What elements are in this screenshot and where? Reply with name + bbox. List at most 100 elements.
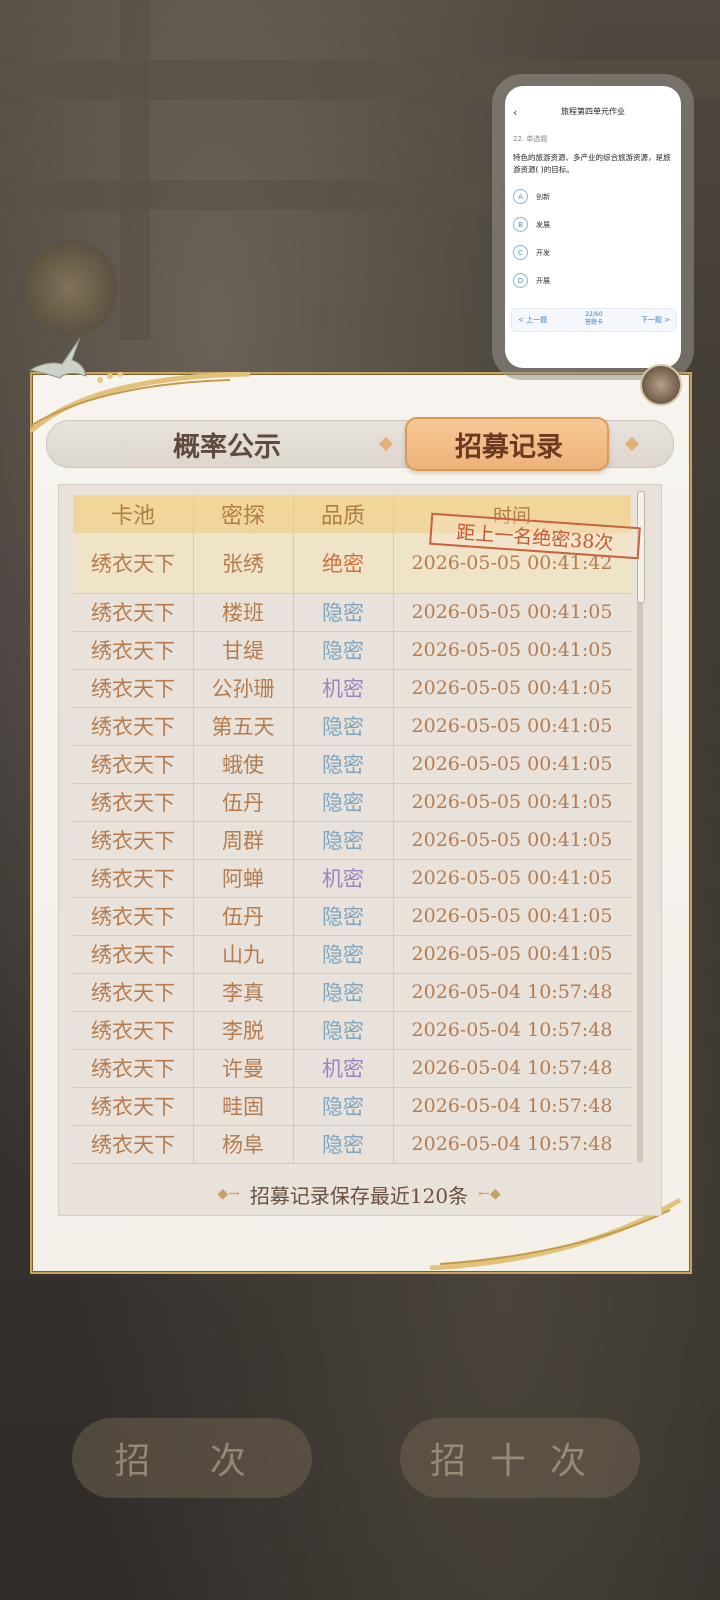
next-question-button[interactable]: 下一题 >: [641, 315, 670, 325]
column-divider: [393, 935, 394, 973]
column-divider: [393, 1011, 394, 1049]
cell-time: 2026-05-04 10:57:48: [411, 1019, 613, 1041]
cell-agent: 公孙珊: [211, 677, 275, 701]
table-row: 绣衣天下 公孙珊 机密 2026-05-05 00:41:05: [73, 669, 631, 708]
question-number: 22. 单选题: [513, 135, 548, 143]
cell-agent: 杨阜: [222, 1133, 264, 1157]
cell-time: 2026-05-05 00:41:05: [411, 905, 613, 927]
column-divider: [293, 1049, 294, 1087]
cell-quality: 隐密: [322, 601, 364, 625]
option-letter: B: [513, 217, 528, 232]
column-divider: [393, 973, 394, 1011]
column-divider: [193, 669, 194, 707]
background-lantern: [22, 240, 118, 336]
cell-pool: 绣衣天下: [91, 753, 175, 777]
option-text: 开展: [536, 276, 550, 285]
column-divider: [293, 593, 294, 631]
column-divider: [193, 593, 194, 631]
column-divider: [193, 897, 194, 935]
cell-pool: 绣衣天下: [91, 1133, 175, 1157]
option-text: 发展: [536, 220, 550, 229]
cell-time: 2026-05-04 10:57:48: [411, 1133, 613, 1155]
ornament-icon: ◆→: [217, 1186, 240, 1202]
cell-pool: 绣衣天下: [91, 867, 175, 891]
column-divider: [293, 783, 294, 821]
cell-quality: 隐密: [322, 1019, 364, 1043]
table-row: 绣衣天下 李真 隐密 2026-05-04 10:57:48: [73, 973, 631, 1012]
cell-time: 2026-05-05 00:41:05: [411, 753, 613, 775]
answer-option[interactable]: D 开展: [513, 273, 550, 288]
table-row: 绣衣天下 畦固 隐密 2026-05-04 10:57:48: [73, 1087, 631, 1126]
cell-quality: 隐密: [322, 829, 364, 853]
cell-agent: 阿蝉: [222, 867, 264, 891]
column-divider: [193, 1087, 194, 1125]
footer-note: ◆→ 招募记录保存最近120条 ←◆: [58, 1176, 660, 1212]
column-divider: [393, 1049, 394, 1087]
cell-time: 2026-05-05 00:41:05: [411, 867, 613, 889]
column-divider: [193, 973, 194, 1011]
cell-agent: 山九: [222, 943, 264, 967]
cell-quality: 隐密: [322, 1095, 364, 1119]
column-divider: [393, 745, 394, 783]
recruit-once-button[interactable]: 招 次: [72, 1418, 312, 1498]
cell-quality: 机密: [322, 1057, 364, 1081]
cell-quality: 隐密: [322, 753, 364, 777]
cell-quality: 隐密: [322, 981, 364, 1005]
table-row: 绣衣天下 伍丹 隐密 2026-05-05 00:41:05: [73, 897, 631, 936]
column-divider: [193, 707, 194, 745]
answer-option[interactable]: A 创新: [513, 189, 550, 204]
column-divider: [193, 1011, 194, 1049]
column-divider: [293, 935, 294, 973]
cell-quality: 隐密: [322, 1133, 364, 1157]
diamond-icon: [378, 436, 394, 452]
cell-agent: 畦固: [222, 1095, 264, 1119]
cell-agent: 许曼: [222, 1057, 264, 1081]
header-quality: 品质: [320, 504, 365, 529]
column-divider: [393, 495, 394, 533]
column-divider: [393, 631, 394, 669]
tab-records[interactable]: 招募记录: [375, 417, 643, 471]
cell-quality: 隐密: [322, 715, 364, 739]
floating-window-handle[interactable]: [640, 364, 682, 406]
column-divider: [393, 783, 394, 821]
table-row: 绣衣天下 周群 隐密 2026-05-05 00:41:05: [73, 821, 631, 860]
table-row: 绣衣天下 李脱 隐密 2026-05-04 10:57:48: [73, 1011, 631, 1050]
tab-probability[interactable]: 概率公示: [107, 421, 347, 467]
column-divider: [193, 1125, 194, 1163]
cell-quality: 机密: [322, 677, 364, 701]
cell-quality: 隐密: [322, 791, 364, 815]
column-divider: [293, 631, 294, 669]
record-table[interactable]: 卡池 密探 品质 时间 绣衣天下 张绣 绝密 2026-05-05 00:41:42 绣…: [58, 484, 662, 1216]
floating-window[interactable]: ‹ 旅程第四单元作业 22. 单选题 特色的旅游资源、多产业的综合旅游资源，是旅…: [505, 86, 681, 368]
table-row: 绣衣天下 许曼 机密 2026-05-04 10:57:48: [73, 1049, 631, 1088]
option-text: 开发: [536, 248, 550, 257]
column-divider: [293, 973, 294, 1011]
recruit-ten-button[interactable]: 招十次: [400, 1418, 640, 1498]
column-divider: [293, 897, 294, 935]
question-text: 特色的旅游资源、多产业的综合旅游资源，是旅游资源( )的目标。: [513, 153, 671, 174]
table-scrollbar[interactable]: [637, 491, 645, 1163]
column-divider: [293, 1125, 294, 1163]
column-divider: [293, 1011, 294, 1049]
column-divider: [393, 859, 394, 897]
tab-probability-label: 概率公示: [173, 431, 281, 463]
cell-pool: 绣衣天下: [91, 981, 175, 1005]
table-row: 绣衣天下 楼班 隐密 2026-05-05 00:41:05: [73, 593, 631, 632]
answer-option[interactable]: C 开发: [513, 245, 550, 260]
cell-time: 2026-05-04 10:57:48: [411, 1095, 613, 1117]
cell-time: 2026-05-04 10:57:48: [411, 981, 613, 1003]
column-divider: [393, 1125, 394, 1163]
cell-pool: 绣衣天下: [91, 905, 175, 929]
column-divider: [293, 495, 294, 533]
column-divider: [193, 745, 194, 783]
column-divider: [293, 821, 294, 859]
cell-pool: 绣衣天下: [91, 552, 175, 576]
column-divider: [193, 631, 194, 669]
background-beam: [0, 180, 500, 210]
cell-time: 2026-05-05 00:41:05: [411, 791, 613, 813]
cell-time: 2026-05-05 00:41:05: [411, 943, 613, 965]
option-letter: D: [513, 273, 528, 288]
cell-pool: 绣衣天下: [91, 1095, 175, 1119]
answer-option[interactable]: B 发展: [513, 217, 550, 232]
column-divider: [393, 593, 394, 631]
